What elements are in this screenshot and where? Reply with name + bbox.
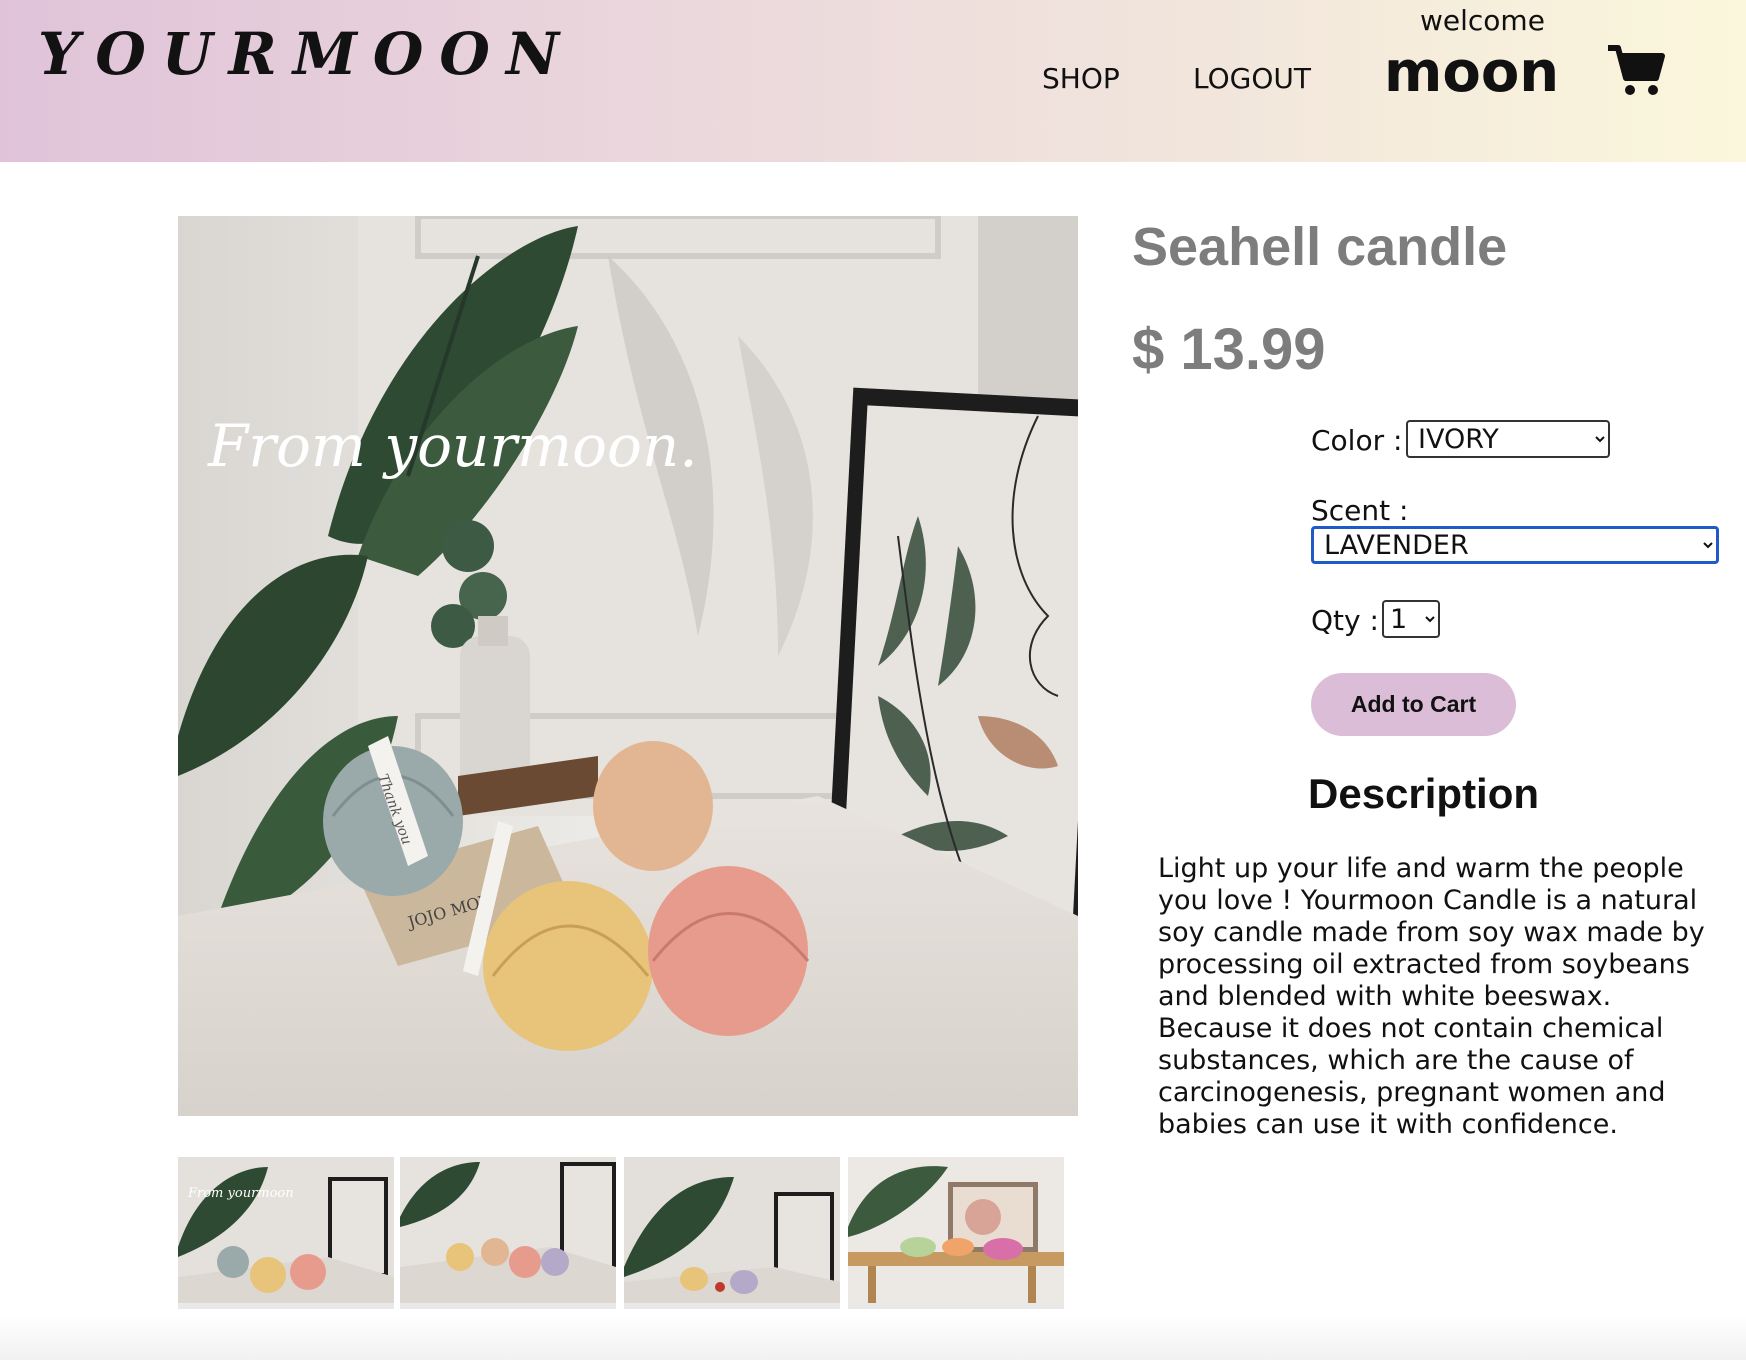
qty-label: Qty : bbox=[1311, 604, 1379, 637]
page-bottom-shade bbox=[0, 1316, 1746, 1360]
welcome-text: welcome bbox=[1420, 4, 1545, 37]
nav-shop-link[interactable]: SHOP bbox=[1042, 62, 1120, 95]
site-header: YOURMOON SHOP LOGOUT welcome moon bbox=[0, 0, 1746, 162]
username: moon bbox=[1384, 40, 1560, 105]
site-logo[interactable]: YOURMOON bbox=[38, 20, 575, 88]
qty-select[interactable]: 1 bbox=[1382, 600, 1440, 638]
product-photo: JOJO MOY Thank you From yourmoon. bbox=[178, 216, 1078, 1116]
product-title: Seahell candle bbox=[1132, 217, 1508, 277]
description-text: Light up your life and warm the people y… bbox=[1158, 853, 1705, 1140]
color-select[interactable]: IVORY bbox=[1406, 420, 1610, 458]
thumbnail-1[interactable]: From yourmoon bbox=[178, 1157, 394, 1309]
thumbnail-3[interactable] bbox=[624, 1157, 840, 1309]
description-heading: Description bbox=[1308, 770, 1540, 817]
cart-icon[interactable] bbox=[1606, 44, 1666, 98]
product-price: $ 13.99 bbox=[1132, 317, 1326, 382]
nav-logout-link[interactable]: LOGOUT bbox=[1193, 62, 1311, 95]
thumbnail-2[interactable] bbox=[400, 1157, 616, 1309]
scent-select[interactable]: LAVENDER bbox=[1311, 526, 1719, 564]
color-label: Color : bbox=[1311, 424, 1403, 457]
thumbnail-4[interactable] bbox=[848, 1157, 1064, 1309]
image-overlay-text: From yourmoon. bbox=[207, 412, 698, 480]
add-to-cart-button[interactable]: Add to Cart bbox=[1311, 673, 1516, 736]
product-main-image: JOJO MOY Thank you From yourmoon. bbox=[178, 216, 1078, 1116]
scent-label: Scent : bbox=[1311, 494, 1409, 527]
thumbnail-overlay-text: From yourmoon bbox=[187, 1186, 294, 1201]
